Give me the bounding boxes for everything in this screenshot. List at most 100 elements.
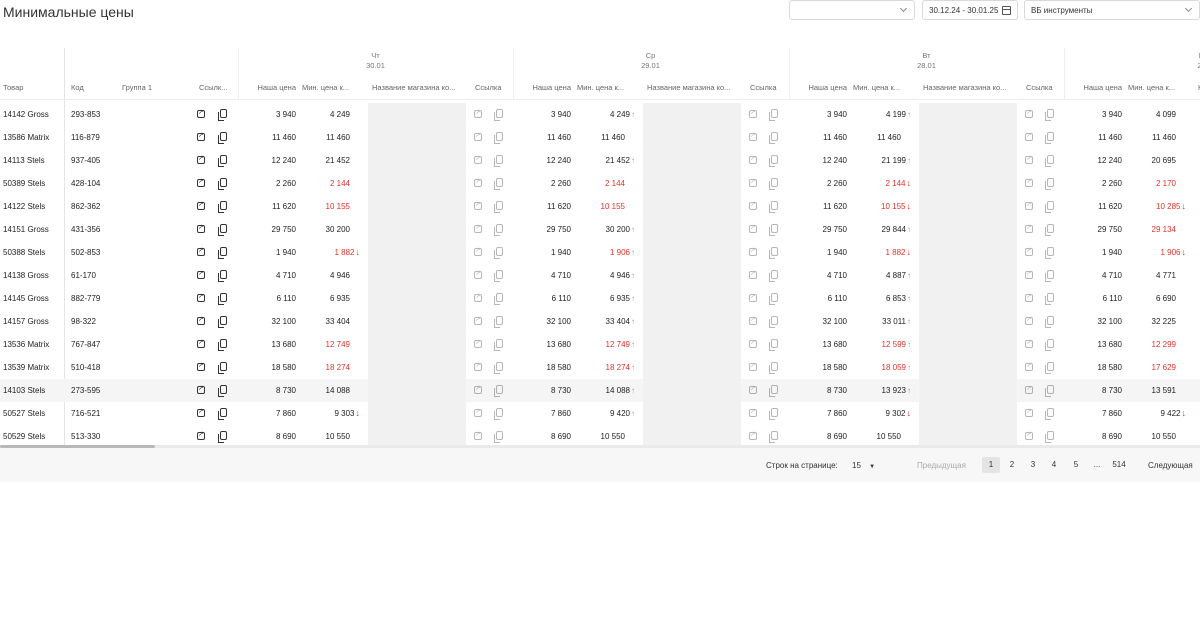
copy-icon[interactable] — [1045, 408, 1054, 420]
open-link-icon[interactable] — [474, 177, 482, 187]
page-button[interactable]: 514 — [1110, 457, 1128, 473]
open-link-icon[interactable] — [197, 154, 205, 164]
copy-icon[interactable] — [769, 132, 778, 144]
copy-icon[interactable] — [1045, 201, 1054, 213]
copy-icon[interactable] — [494, 109, 503, 121]
open-link-icon[interactable] — [1025, 200, 1033, 210]
copy-icon[interactable] — [218, 339, 227, 351]
open-link-icon[interactable] — [474, 315, 482, 325]
page-button[interactable]: 5 — [1067, 457, 1085, 473]
table-row[interactable]: 14103 Stels 273-595 8 730 14 088 8 730 14 088… — [0, 379, 1200, 402]
col-our-price[interactable]: Наша цена — [238, 83, 296, 92]
copy-icon[interactable] — [494, 408, 503, 420]
open-link-icon[interactable] — [1025, 154, 1033, 164]
copy-icon[interactable] — [218, 155, 227, 167]
copy-icon[interactable] — [494, 201, 503, 213]
open-link-icon[interactable] — [474, 269, 482, 279]
copy-icon[interactable] — [1045, 224, 1054, 236]
copy-icon[interactable] — [218, 224, 227, 236]
open-link-icon[interactable] — [197, 384, 205, 394]
open-link-icon[interactable] — [749, 430, 757, 440]
open-link-icon[interactable] — [749, 384, 757, 394]
copy-icon[interactable] — [218, 201, 227, 213]
copy-icon[interactable] — [769, 408, 778, 420]
open-link-icon[interactable] — [197, 108, 205, 118]
copy-icon[interactable] — [1045, 270, 1054, 282]
open-link-icon[interactable] — [197, 223, 205, 233]
table-row[interactable]: 14151 Gross 431-356 29 750 30 200 29 750 30 2… — [0, 218, 1200, 241]
table-row[interactable]: 14142 Gross293-8533 9404 2493 9404 249↑3… — [0, 103, 1200, 126]
prev-page-button[interactable]: Предыдущая — [917, 461, 966, 470]
col-store-name[interactable]: Название магазина ко... — [647, 83, 748, 92]
copy-icon[interactable] — [494, 362, 503, 374]
open-link-icon[interactable] — [749, 154, 757, 164]
col-link-main[interactable]: Ссылк... — [199, 83, 235, 92]
open-link-icon[interactable] — [197, 338, 205, 348]
open-link-icon[interactable] — [197, 177, 205, 187]
open-link-icon[interactable] — [474, 223, 482, 233]
open-link-icon[interactable] — [474, 246, 482, 256]
open-link-icon[interactable] — [474, 384, 482, 394]
col-link[interactable]: Ссылка — [750, 83, 784, 92]
copy-icon[interactable] — [494, 316, 503, 328]
copy-icon[interactable] — [1045, 293, 1054, 305]
open-link-icon[interactable] — [1025, 361, 1033, 371]
copy-icon[interactable] — [1045, 362, 1054, 374]
copy-icon[interactable] — [494, 178, 503, 190]
open-link-icon[interactable] — [749, 246, 757, 256]
open-link-icon[interactable] — [749, 200, 757, 210]
open-link-icon[interactable] — [1025, 246, 1033, 256]
col-product[interactable]: Товар — [3, 83, 63, 92]
copy-icon[interactable] — [769, 155, 778, 167]
table-row[interactable]: 50529 Stels 513-330 8 690 10 550 8 690 10 550… — [0, 425, 1200, 446]
page-button[interactable]: 3 — [1024, 457, 1042, 473]
open-link-icon[interactable] — [749, 407, 757, 417]
copy-icon[interactable] — [218, 109, 227, 121]
col-min-price[interactable]: Мин. цена к... — [302, 83, 359, 92]
open-link-icon[interactable] — [749, 338, 757, 348]
open-link-icon[interactable] — [474, 154, 482, 164]
page-button[interactable]: 4 — [1045, 457, 1063, 473]
table-row[interactable]: 14157 Gross 98-322 32 100 33 404 32 100 33 40… — [0, 310, 1200, 333]
table-row[interactable]: 50388 Stels502-8531 9401 882↓1 9401 906↑… — [0, 241, 1200, 264]
copy-icon[interactable] — [769, 362, 778, 374]
open-link-icon[interactable] — [474, 338, 482, 348]
copy-icon[interactable] — [218, 270, 227, 282]
copy-icon[interactable] — [1045, 178, 1054, 190]
col-our-price[interactable]: Наша цена — [1064, 83, 1122, 92]
copy-icon[interactable] — [218, 408, 227, 420]
open-link-icon[interactable] — [197, 315, 205, 325]
copy-icon[interactable] — [1045, 132, 1054, 144]
page-button[interactable]: 2 — [1003, 457, 1021, 473]
table-row[interactable]: 14138 Gross61-1704 7104 9464 7104 946↑4 … — [0, 264, 1200, 287]
open-link-icon[interactable] — [197, 292, 205, 302]
copy-icon[interactable] — [1045, 155, 1054, 167]
copy-icon[interactable] — [218, 385, 227, 397]
open-link-icon[interactable] — [1025, 292, 1033, 302]
copy-icon[interactable] — [1045, 339, 1054, 351]
copy-icon[interactable] — [1045, 431, 1054, 443]
category-select[interactable]: ВБ инструменты — [1024, 0, 1200, 20]
open-link-icon[interactable] — [749, 223, 757, 233]
copy-icon[interactable] — [494, 270, 503, 282]
col-our-price[interactable]: Наша цена — [513, 83, 571, 92]
table-row[interactable]: 13536 Matrix 767-847 13 680 12 749 13 680 12 … — [0, 333, 1200, 356]
copy-icon[interactable] — [494, 431, 503, 443]
open-link-icon[interactable] — [474, 361, 482, 371]
next-page-button[interactable]: Следующая — [1148, 461, 1193, 470]
copy-icon[interactable] — [494, 155, 503, 167]
col-link[interactable]: Ссылка — [475, 83, 509, 92]
copy-icon[interactable] — [218, 247, 227, 259]
copy-icon[interactable] — [218, 293, 227, 305]
copy-icon[interactable] — [769, 109, 778, 121]
open-link-icon[interactable] — [197, 361, 205, 371]
table-row[interactable]: 14122 Stels 862-362 11 620 10 155 11 620 10 1… — [0, 195, 1200, 218]
table-row[interactable]: 13539 Matrix 510-418 18 580 18 274 18 580 18 … — [0, 356, 1200, 379]
copy-icon[interactable] — [494, 293, 503, 305]
copy-icon[interactable] — [1045, 247, 1054, 259]
copy-icon[interactable] — [218, 316, 227, 328]
open-link-icon[interactable] — [749, 269, 757, 279]
copy-icon[interactable] — [494, 339, 503, 351]
date-range-picker[interactable]: 30.12.24 - 30.01.25 — [922, 0, 1018, 20]
open-link-icon[interactable] — [197, 430, 205, 440]
